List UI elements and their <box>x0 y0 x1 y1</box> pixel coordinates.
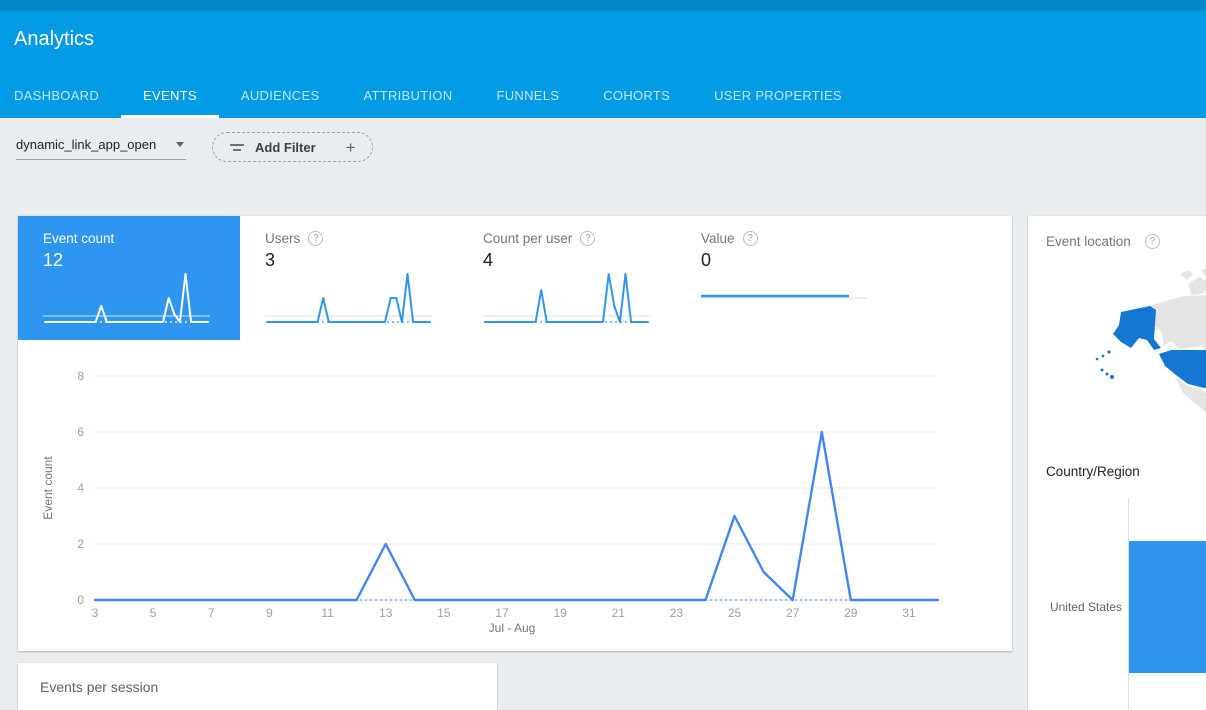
tab-audiences[interactable]: AUDIENCES <box>219 74 342 118</box>
tab-dashboard[interactable]: DASHBOARD <box>14 74 121 118</box>
value-sparkline[interactable] <box>701 266 868 328</box>
event-selector-value: dynamic_link_app_open <box>16 137 156 152</box>
chevron-down-icon <box>176 142 184 147</box>
browser-top-strip <box>0 0 1206 9</box>
metric-card-value[interactable]: Value ? 0 <box>676 216 894 340</box>
map-aleutian-island <box>1107 350 1110 353</box>
svg-text:29: 29 <box>844 606 858 620</box>
event-count-line-chart: 0 2 4 6 8 3 5 7 9 11 13 15 17 19 21 23 25 27 29 31 Event co… <box>18 340 1012 651</box>
tab-cohorts[interactable]: COHORTS <box>581 74 692 118</box>
metric-label: Count per user <box>483 231 572 246</box>
map-hawaii <box>1106 373 1109 376</box>
help-icon[interactable]: ? <box>1145 234 1160 249</box>
tab-events[interactable]: EVENTS <box>121 74 219 118</box>
svg-text:9: 9 <box>266 606 273 620</box>
svg-text:25: 25 <box>728 606 742 620</box>
svg-text:0: 0 <box>77 593 84 607</box>
map-alaska[interactable] <box>1113 306 1161 350</box>
y-axis-label: Event count <box>41 388 55 588</box>
svg-text:19: 19 <box>553 606 567 620</box>
add-filter-label: Add Filter <box>255 140 316 155</box>
svg-text:15: 15 <box>437 606 451 620</box>
metric-card-count-per-user[interactable]: Count per user ? 4 <box>458 216 676 340</box>
svg-text:7: 7 <box>208 606 215 620</box>
help-icon[interactable]: ? <box>580 231 595 246</box>
x-axis-label: Jul - Aug <box>412 621 612 635</box>
map-arctic-island <box>1188 277 1206 295</box>
map-arctic-island <box>1180 270 1193 280</box>
analytics-page: Analytics DASHBOARD EVENTS AUDIENCES ATT… <box>0 0 1206 710</box>
svg-text:4: 4 <box>77 481 84 495</box>
svg-text:6: 6 <box>77 425 84 439</box>
metric-cards-row: Event count ? 12 Users ? 3 Count per use… <box>18 216 894 340</box>
map-hawaii <box>1110 375 1114 379</box>
svg-text:11: 11 <box>321 606 334 620</box>
svg-text:17: 17 <box>495 606 509 620</box>
world-map[interactable] <box>1084 262 1206 444</box>
metric-card-event-count[interactable]: Event count ? 12 <box>18 216 240 340</box>
app-header: Analytics DASHBOARD EVENTS AUDIENCES ATT… <box>0 0 1206 118</box>
country-row-label: United States <box>1028 600 1122 614</box>
svg-text:27: 27 <box>786 606 800 620</box>
event-count-sparkline[interactable] <box>43 266 210 328</box>
svg-text:3: 3 <box>92 606 99 620</box>
event-detail-panel: Event count ? 12 Users ? 3 Count per use… <box>18 216 1012 651</box>
svg-text:2: 2 <box>77 537 84 551</box>
tab-user-properties[interactable]: USER PROPERTIES <box>692 74 864 118</box>
country-region-header: Country/Region <box>1046 464 1140 479</box>
add-filter-button[interactable]: Add Filter + <box>212 132 373 162</box>
svg-text:23: 23 <box>670 606 684 620</box>
event-selector-dropdown[interactable]: dynamic_link_app_open <box>16 130 186 160</box>
line-chart-plot[interactable]: 0 2 4 6 8 3 5 7 9 11 13 15 17 19 21 23 25 27 29 31 <box>18 340 1012 640</box>
svg-text:13: 13 <box>379 606 393 620</box>
metric-card-users[interactable]: Users ? 3 <box>240 216 458 340</box>
united-states-bar[interactable] <box>1129 541 1206 673</box>
metric-label: Value <box>701 231 735 246</box>
plus-icon: + <box>346 139 356 156</box>
page-title: Analytics <box>14 28 94 51</box>
event-location-panel: Event location ? <box>1028 216 1206 710</box>
events-per-session-title: Events per session <box>40 679 158 695</box>
tab-attribution[interactable]: ATTRIBUTION <box>341 74 474 118</box>
svg-text:5: 5 <box>150 606 157 620</box>
svg-text:31: 31 <box>902 606 916 620</box>
tab-bar: DASHBOARD EVENTS AUDIENCES ATTRIBUTION F… <box>14 74 864 118</box>
users-sparkline[interactable] <box>265 266 432 328</box>
map-aleutian-island <box>1102 355 1105 358</box>
event-location-title: Event location <box>1046 234 1131 249</box>
svg-text:21: 21 <box>612 606 626 620</box>
map-hawaii <box>1101 369 1104 372</box>
tab-funnels[interactable]: FUNNELS <box>474 74 581 118</box>
metric-label: Users <box>265 231 300 246</box>
count-per-user-sparkline[interactable] <box>483 266 650 328</box>
metric-label: Event count <box>43 231 114 246</box>
help-icon[interactable]: ? <box>308 231 323 246</box>
events-per-session-panel: Events per session <box>18 663 497 710</box>
filter-icon <box>229 140 245 154</box>
svg-text:8: 8 <box>77 369 84 383</box>
help-icon[interactable]: ? <box>743 231 758 246</box>
map-aleutian-island <box>1096 358 1099 361</box>
